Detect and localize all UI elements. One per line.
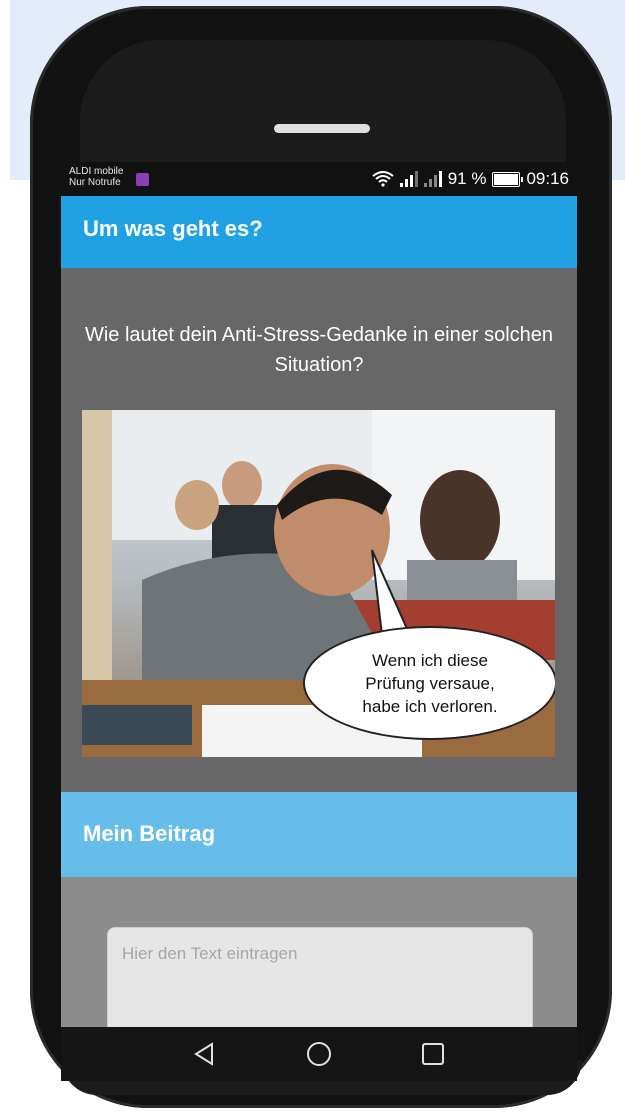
page-title: Um was geht es? — [83, 216, 263, 241]
section-title: Mein Beitrag — [83, 821, 216, 846]
signal-icon-2 — [423, 171, 442, 187]
situation-image: Wenn ich diese Prüfung versaue, habe ich… — [82, 410, 555, 757]
phone-screen: ALDI mobile Nur Notrufe 91 % 09:16 Um wa… — [61, 162, 577, 1060]
bubble-line-3: habe ich verloren. — [362, 696, 498, 716]
clock: 09:16 — [526, 169, 569, 188]
carrier-mode: Nur Notrufe — [69, 177, 121, 188]
battery-percent: 91 % — [447, 169, 487, 188]
android-nav-bar — [61, 1027, 577, 1081]
recents-icon[interactable] — [416, 1037, 450, 1071]
question-text: Wie lautet dein Anti-Stress-Gedanke in e… — [84, 324, 554, 376]
home-icon[interactable] — [302, 1037, 336, 1071]
status-icons: 91 % 09:16 — [372, 168, 569, 190]
status-bar: ALDI mobile Nur Notrufe 91 % 09:16 — [61, 162, 577, 196]
thought-bubble: Wenn ich diese Prüfung versaue, habe ich… — [303, 626, 555, 740]
bubble-line-2: Prüfung versaue, — [365, 673, 495, 693]
carrier-name: ALDI mobile — [69, 166, 124, 177]
signal-icon — [399, 171, 418, 187]
battery-icon — [492, 171, 524, 187]
section-header: Mein Beitrag — [61, 792, 577, 877]
app-notification-icon — [136, 173, 149, 186]
speaker-grille — [274, 124, 370, 133]
app-header: Um was geht es? — [61, 196, 577, 268]
wifi-icon — [372, 171, 394, 187]
bubble-line-1: Wenn ich diese — [372, 650, 488, 670]
carrier-info: ALDI mobile Nur Notrufe — [69, 166, 123, 188]
back-icon[interactable] — [187, 1037, 221, 1071]
background-edge — [0, 0, 10, 180]
